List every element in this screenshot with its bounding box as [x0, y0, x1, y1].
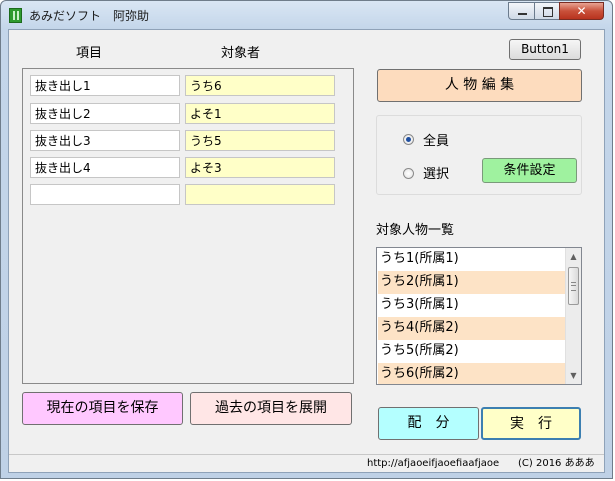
client-area: 項目 対象者 Button1 抜き出し1 うち6 抜き出し2 よそ1 抜き出し3…: [8, 29, 605, 473]
radio-select[interactable]: [403, 168, 414, 179]
list-item[interactable]: うち1(所属1): [378, 248, 565, 271]
target-field-5[interactable]: [185, 184, 335, 205]
app-window: あみだソフト 阿弥助 ✕ 項目 対象者 Button1 抜き出し1 うち6 抜き…: [0, 0, 613, 479]
close-button[interactable]: ✕: [559, 2, 604, 20]
list-item[interactable]: うち5(所属2): [378, 340, 565, 363]
item-field-5[interactable]: [30, 184, 180, 205]
target-column-header: 対象者: [221, 46, 261, 61]
status-bar: http://afjaoeifjaoefiaafjaoe (C) 2016 ああ…: [9, 454, 604, 472]
app-icon: [9, 8, 22, 23]
list-item[interactable]: うち4(所属2): [378, 317, 565, 340]
minimize-icon: [509, 3, 534, 19]
radio-select-label: 選択: [423, 167, 450, 182]
item-list-panel: 抜き出し1 うち6 抜き出し2 よそ1 抜き出し3 うち5 抜き出し4 よそ3: [22, 68, 354, 384]
list-item[interactable]: うち2(所属1): [378, 271, 565, 294]
save-items-button[interactable]: 現在の項目を保存: [22, 392, 183, 425]
distribute-button[interactable]: 配 分: [378, 407, 479, 440]
item-field-4[interactable]: 抜き出し4: [30, 157, 180, 178]
target-field-4[interactable]: よそ3: [185, 157, 335, 178]
status-url: http://afjaoeifjaoefiaafjaoe: [367, 458, 500, 469]
item-field-1[interactable]: 抜き出し1: [30, 75, 180, 96]
people-listbox[interactable]: うち1(所属1) うち2(所属1) うち3(所属1) うち4(所属2) うち5(…: [376, 247, 582, 385]
button1[interactable]: Button1: [509, 39, 581, 60]
scroll-thumb[interactable]: [568, 267, 579, 305]
maximize-button[interactable]: [534, 2, 560, 20]
target-field-2[interactable]: よそ1: [185, 103, 335, 124]
execute-button[interactable]: 実 行: [481, 407, 581, 440]
window-title: あみだソフト 阿弥助: [29, 9, 150, 23]
scroll-up-icon[interactable]: ▲: [566, 248, 581, 265]
target-field-3[interactable]: うち5: [185, 130, 335, 151]
list-item[interactable]: うち6(所属2): [378, 363, 565, 384]
edit-people-button[interactable]: 人 物 編 集: [377, 69, 582, 102]
item-field-2[interactable]: 抜き出し2: [30, 103, 180, 124]
list-item[interactable]: うち3(所属1): [378, 294, 565, 317]
vertical-scrollbar[interactable]: ▲ ▼: [565, 248, 581, 384]
item-field-3[interactable]: 抜き出し3: [30, 130, 180, 151]
title-bar[interactable]: あみだソフト 阿弥助 ✕: [1, 1, 612, 29]
scroll-down-icon[interactable]: ▼: [566, 367, 581, 384]
target-field-1[interactable]: うち6: [185, 75, 335, 96]
radio-all[interactable]: [403, 134, 414, 145]
status-copyright: (C) 2016 あああ: [518, 458, 595, 469]
close-icon: ✕: [576, 4, 587, 18]
selection-group: 全員 選択 条件設定: [376, 115, 582, 195]
item-column-header: 項目: [76, 46, 103, 61]
maximize-icon: [535, 3, 559, 19]
people-list-label: 対象人物一覧: [376, 223, 455, 238]
radio-all-label: 全員: [423, 134, 450, 149]
load-items-button[interactable]: 過去の項目を展開: [190, 392, 352, 425]
condition-settings-button[interactable]: 条件設定: [482, 158, 577, 183]
minimize-button[interactable]: [508, 2, 535, 20]
